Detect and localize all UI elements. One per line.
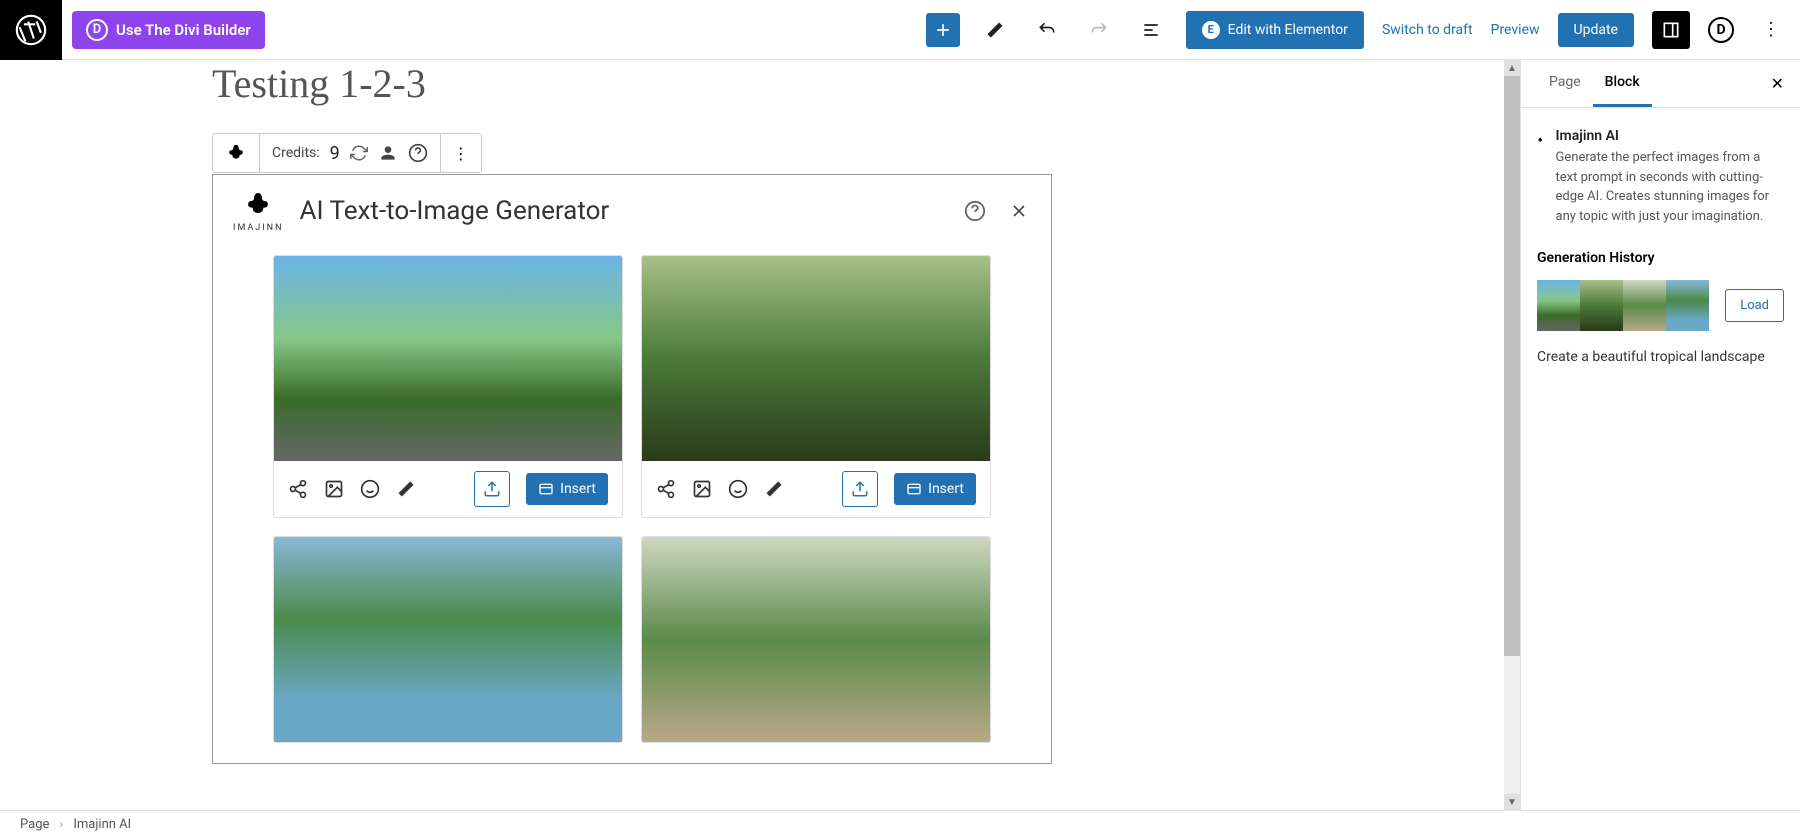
update-button[interactable]: Update	[1558, 13, 1634, 47]
scroll-thumb[interactable]	[1504, 76, 1520, 656]
generator-block: IMAJINN AI Text-to-Image Generator	[212, 174, 1052, 764]
document-outline-button[interactable]	[1134, 13, 1168, 47]
block-toolbar: Credits: 9 ⋮	[212, 133, 482, 173]
history-thumb[interactable]	[1537, 280, 1580, 331]
result-card	[273, 536, 623, 743]
generator-title: AI Text-to-Image Generator	[300, 196, 947, 226]
variations-icon[interactable]	[324, 479, 344, 499]
insert-button[interactable]: Insert	[526, 473, 608, 505]
imajinn-block-icon[interactable]	[213, 134, 260, 172]
divi-builder-button[interactable]: D Use The Divi Builder	[72, 11, 265, 49]
scrollbar[interactable]: ▲ ▼	[1504, 60, 1520, 810]
refresh-icon[interactable]	[350, 144, 368, 162]
breadcrumb-footer: Page › Imajinn AI	[0, 810, 1800, 838]
insert-label: Insert	[928, 481, 964, 497]
insert-label: Insert	[560, 481, 596, 497]
upload-button[interactable]	[474, 471, 510, 507]
top-controls: E Edit with Elementor Switch to draft Pr…	[926, 11, 1790, 49]
result-actions: Insert	[642, 461, 990, 517]
scroll-down-arrow[interactable]: ▼	[1504, 794, 1520, 810]
elementor-icon: E	[1202, 21, 1220, 39]
history-thumb[interactable]	[1623, 280, 1666, 331]
result-image	[274, 256, 622, 461]
divi-button-label: Use The Divi Builder	[116, 21, 251, 39]
imajinn-icon	[1537, 128, 1544, 152]
tab-page[interactable]: Page	[1537, 60, 1593, 107]
share-icon[interactable]	[656, 479, 676, 499]
load-button[interactable]: Load	[1725, 289, 1784, 322]
divi-icon: D	[86, 19, 108, 41]
results-grid: Insert Insert	[213, 247, 1051, 763]
history-prompt: Create a beautiful tropical landscape	[1537, 349, 1784, 365]
top-bar: D Use The Divi Builder E Edit with Eleme…	[0, 0, 1800, 60]
sidebar-content: Imajinn AI Generate the perfect images f…	[1521, 108, 1800, 385]
result-image	[642, 256, 990, 461]
generator-header: IMAJINN AI Text-to-Image Generator	[213, 175, 1051, 247]
credits-section: Credits: 9	[260, 134, 441, 172]
help-icon[interactable]	[408, 143, 428, 163]
settings-panel-toggle[interactable]	[1652, 11, 1690, 49]
tab-block[interactable]: Block	[1593, 60, 1652, 107]
divi-circle-button[interactable]: D	[1708, 17, 1734, 43]
history-row: Load	[1537, 280, 1784, 331]
wordpress-logo[interactable]	[0, 0, 62, 60]
face-fix-icon[interactable]	[728, 479, 748, 499]
switch-to-draft-link[interactable]: Switch to draft	[1382, 22, 1473, 38]
generator-help-button[interactable]	[963, 199, 987, 223]
variations-icon[interactable]	[692, 479, 712, 499]
share-icon[interactable]	[288, 479, 308, 499]
generator-close-button[interactable]	[1007, 199, 1031, 223]
block-name: Imajinn AI	[1556, 128, 1784, 144]
block-more-options[interactable]: ⋮	[441, 134, 481, 172]
result-card: Insert	[641, 255, 991, 518]
breadcrumb-page[interactable]: Page	[20, 817, 49, 832]
insert-button[interactable]: Insert	[894, 473, 976, 505]
breadcrumb-block[interactable]: Imajinn AI	[73, 817, 131, 832]
history-thumb[interactable]	[1666, 280, 1709, 331]
imajinn-brand-text: IMAJINN	[233, 223, 284, 233]
edit-icon[interactable]	[396, 479, 416, 499]
user-icon[interactable]	[378, 143, 398, 163]
add-block-button[interactable]	[926, 13, 960, 47]
breadcrumb-separator: ›	[59, 817, 63, 832]
credits-value: 9	[330, 143, 340, 164]
result-image	[642, 537, 990, 742]
sidebar-tabs: Page Block ✕	[1521, 60, 1800, 108]
main-editor-area: Testing 1-2-3 Credits: 9 ⋮ IMAJINN AI Te…	[0, 60, 1520, 810]
result-card	[641, 536, 991, 743]
history-thumb[interactable]	[1580, 280, 1623, 331]
elementor-button[interactable]: E Edit with Elementor	[1186, 11, 1364, 49]
undo-button[interactable]	[1030, 13, 1064, 47]
credits-label: Credits:	[272, 145, 320, 161]
upload-button[interactable]	[842, 471, 878, 507]
settings-sidebar: Page Block ✕ Imajinn AI Generate the per…	[1520, 60, 1800, 810]
imajinn-logo: IMAJINN	[233, 189, 284, 233]
redo-button[interactable]	[1082, 13, 1116, 47]
result-actions: Insert	[274, 461, 622, 517]
more-options-button[interactable]: ⋮	[1752, 19, 1790, 40]
block-description: Generate the perfect images from a text …	[1556, 148, 1784, 226]
face-fix-icon[interactable]	[360, 479, 380, 499]
edit-icon[interactable]	[764, 479, 784, 499]
close-sidebar-button[interactable]: ✕	[1771, 74, 1784, 93]
elementor-button-label: Edit with Elementor	[1228, 22, 1348, 38]
preview-link[interactable]: Preview	[1491, 22, 1540, 38]
page-title[interactable]: Testing 1-2-3	[212, 60, 426, 107]
result-card: Insert	[273, 255, 623, 518]
history-title: Generation History	[1537, 250, 1784, 266]
edit-tool-button[interactable]	[978, 13, 1012, 47]
result-image	[274, 537, 622, 742]
scroll-up-arrow[interactable]: ▲	[1504, 60, 1520, 76]
